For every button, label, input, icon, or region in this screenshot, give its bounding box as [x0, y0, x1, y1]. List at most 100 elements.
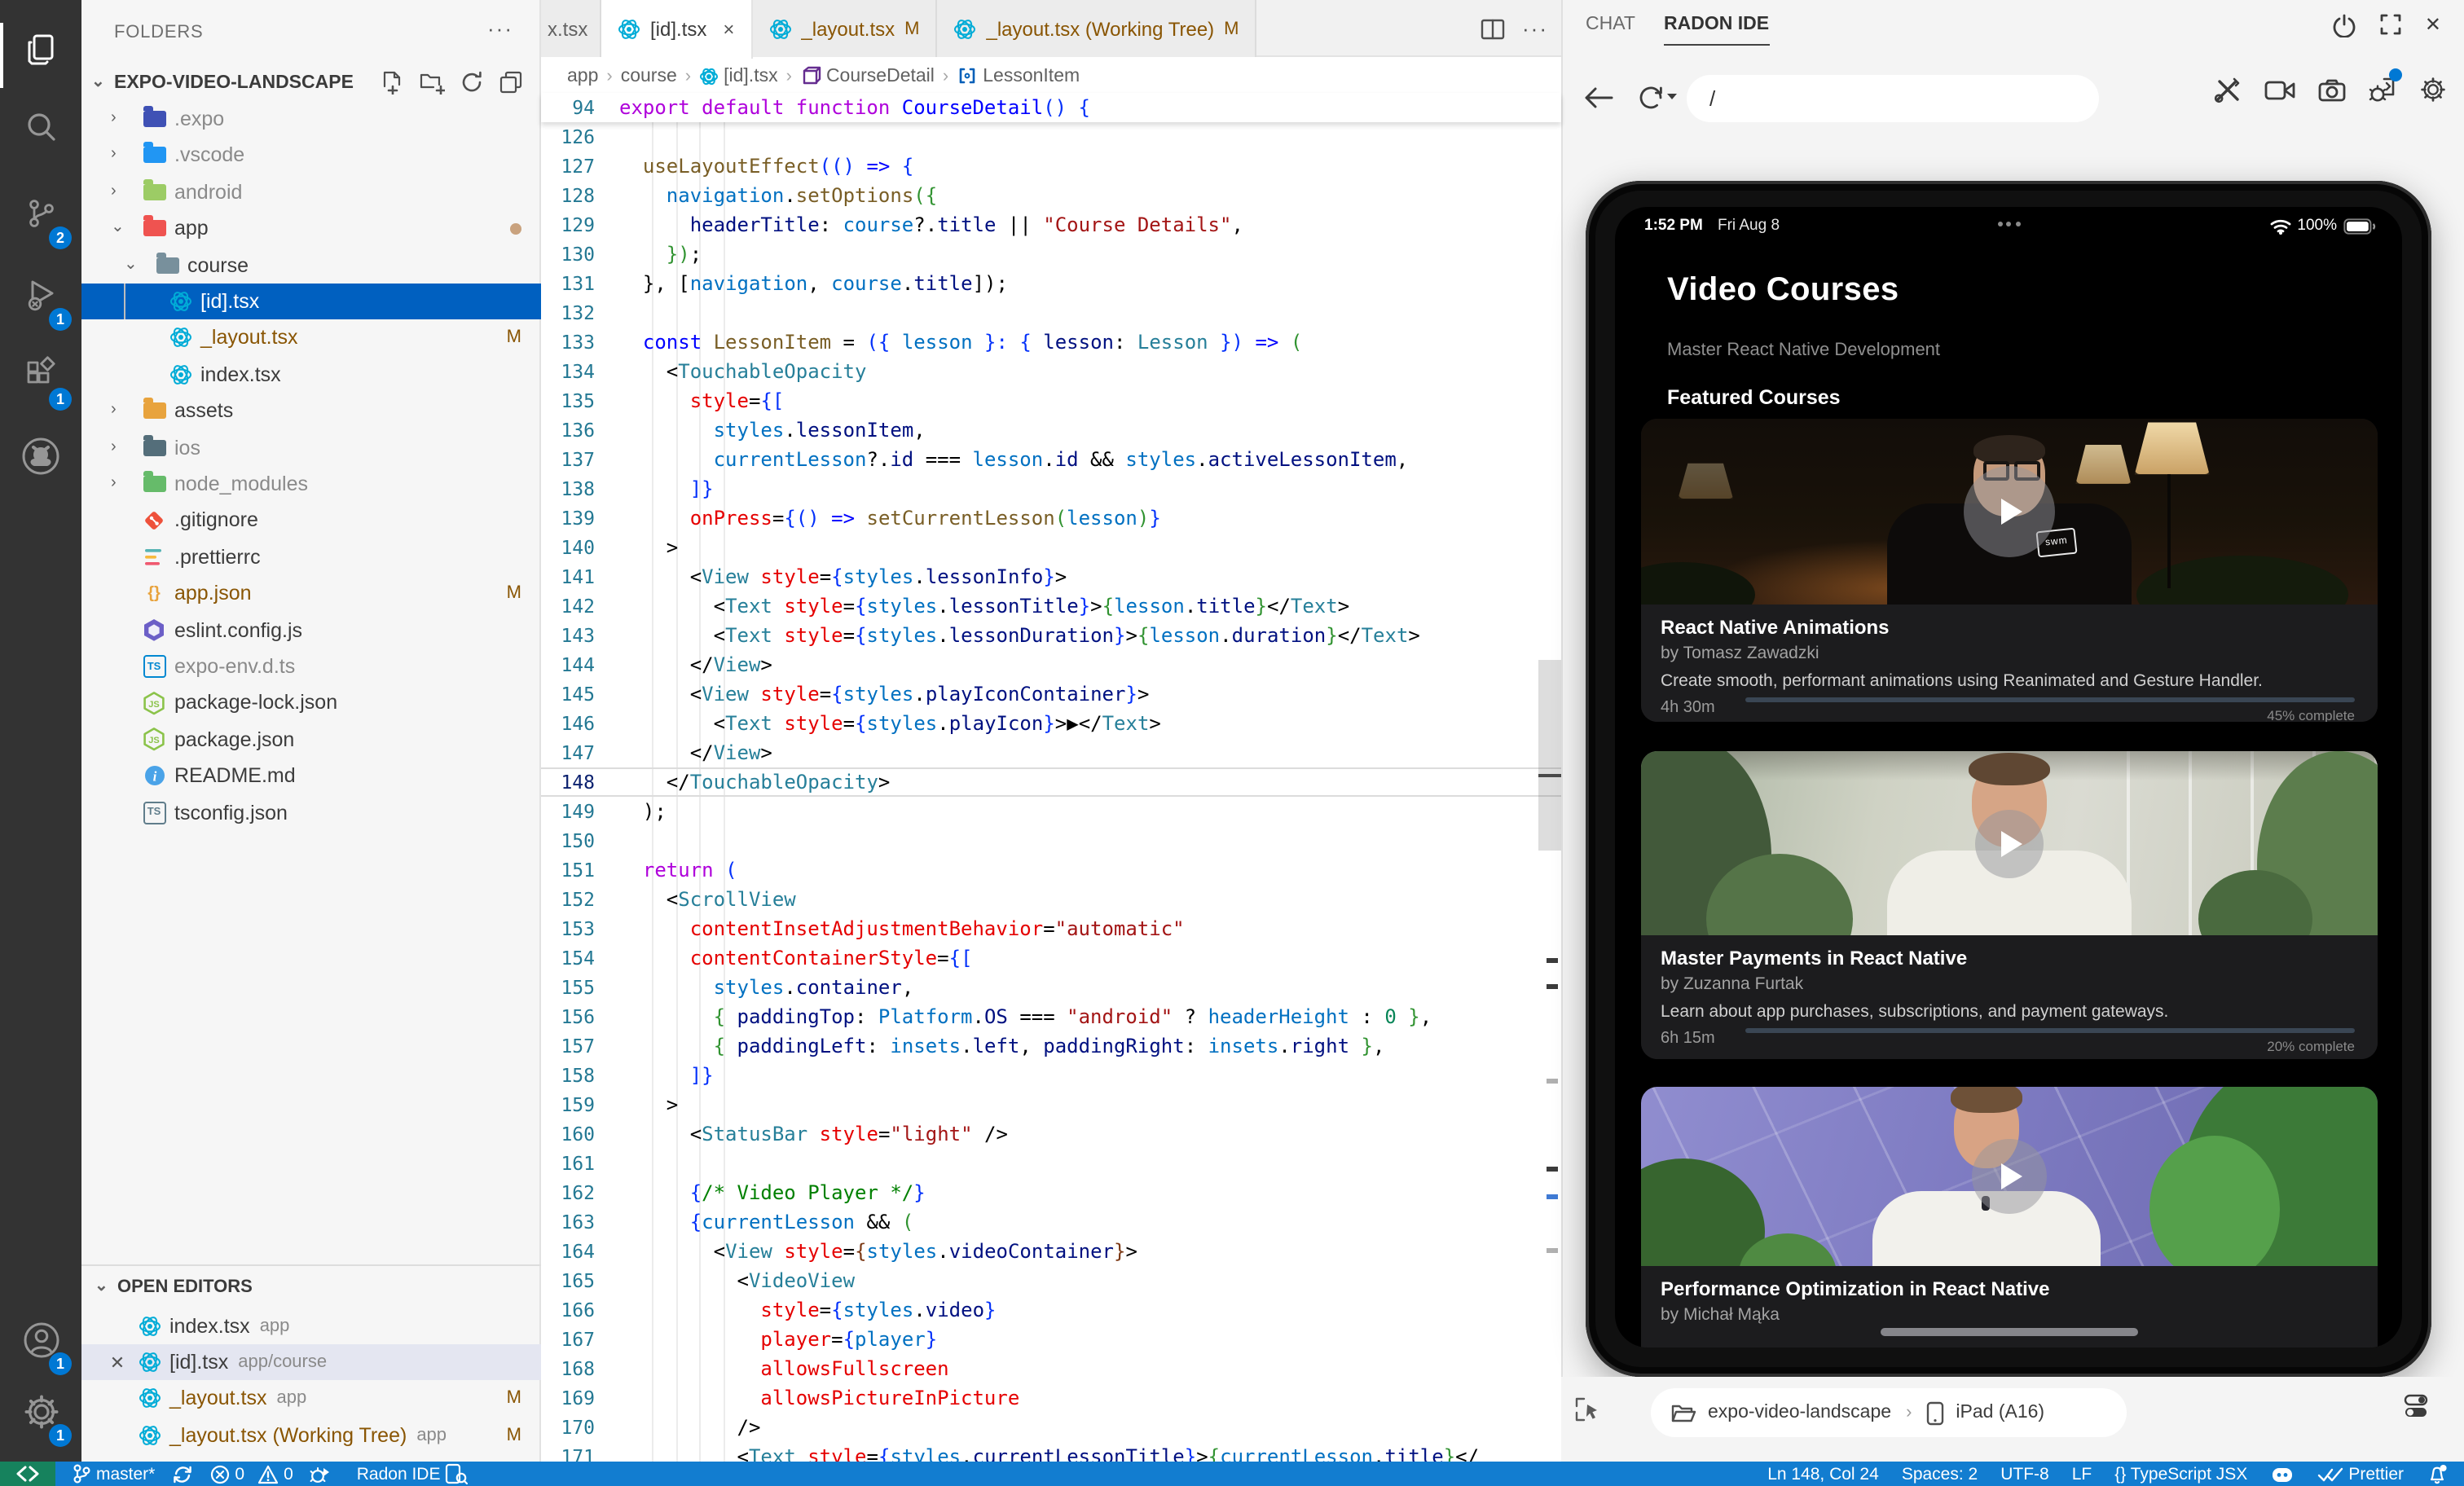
notifications-bell-icon[interactable] — [2427, 1463, 2448, 1484]
screenshot-camera-icon[interactable] — [2317, 77, 2347, 102]
sticky-scroll-line[interactable]: 94export default function CourseDetail()… — [541, 93, 1561, 122]
copilot-icon[interactable] — [2270, 1464, 2295, 1484]
cursor-position[interactable]: Ln 148, Col 24 — [1767, 1464, 1879, 1484]
reload-button[interactable] — [1638, 85, 1680, 111]
home-indicator[interactable] — [1880, 1328, 2137, 1336]
activity-settings-icon[interactable]: 1 — [0, 1372, 81, 1450]
tree-item-node_modules[interactable]: › node_modules — [81, 466, 541, 502]
tree-item-[id].tsx[interactable]: [id].tsx — [81, 284, 541, 319]
open-editor-[id].tsx[interactable]: ✕ [id].tsx app/course — [81, 1344, 541, 1380]
newfolder-icon[interactable] — [419, 70, 445, 95]
tree-item-.gitignore[interactable]: .gitignore — [81, 503, 541, 539]
course-card[interactable]: Performance Optimization in React Native… — [1641, 1087, 2378, 1348]
dev-tools-icon[interactable] — [2213, 75, 2242, 104]
collapse-icon[interactable] — [499, 70, 523, 95]
breadcrumb-app[interactable]: app — [567, 66, 598, 86]
code-line-164: 164 <View style={styles.videoContainer}> — [541, 1237, 1561, 1266]
react-icon — [137, 1350, 161, 1374]
newfile-icon[interactable] — [380, 70, 404, 95]
course-card[interactable]: swm React Native Animations by Tomasz Za… — [1641, 419, 2378, 722]
eol[interactable]: LF — [2072, 1464, 2092, 1484]
tree-item-course[interactable]: ⌄ course — [81, 247, 541, 283]
open-editor-index.tsx[interactable]: index.tsx app — [81, 1308, 541, 1344]
tree-item-package-lock.json[interactable]: JS package-lock.json — [81, 685, 541, 721]
tree-item-_layout.tsx[interactable]: _layout.tsx M — [81, 320, 541, 356]
inspect-icon[interactable] — [1574, 1396, 1600, 1422]
tree-item-ios[interactable]: › ios — [81, 429, 541, 465]
close-icon[interactable]: ✕ — [2425, 13, 2441, 37]
tab-[id].tsx[interactable]: [id].tsx × — [601, 0, 752, 59]
tab-chat[interactable]: CHAT — [1586, 15, 1635, 34]
ipad-screen[interactable]: 1:52 PM Fri Aug 8 100% Video Courses Mas… — [1615, 207, 2402, 1348]
power-icon[interactable] — [2332, 13, 2356, 37]
record-video-icon[interactable] — [2264, 77, 2296, 102]
breadcrumb-CourseDetail[interactable]: CourseDetail — [800, 65, 935, 86]
tree-item-.expo[interactable]: › .expo — [81, 101, 541, 137]
chevron-right-icon: › — [685, 66, 691, 86]
play-icon[interactable] — [1972, 1139, 2047, 1214]
tree-item-.vscode[interactable]: › .vscode — [81, 138, 541, 174]
language-mode[interactable]: {} TypeScript JSX — [2114, 1464, 2247, 1484]
open-editors-header[interactable]: ⌄ OPEN EDITORS — [81, 1271, 541, 1304]
debug-status-icon[interactable] — [310, 1464, 331, 1484]
close-icon[interactable]: ✕ — [104, 1352, 130, 1373]
activity-account-icon[interactable]: 1 — [0, 1300, 81, 1378]
tree-item-.prettierrc[interactable]: .prettierrc — [81, 539, 541, 575]
open-editor-_layout.tsx (Working Tree)[interactable]: _layout.tsx (Working Tree) app M — [81, 1417, 541, 1453]
activity-source-control-icon[interactable]: 2 — [0, 174, 81, 253]
code-editor[interactable]: 126127 useLayoutEffect(() => {128 naviga… — [541, 122, 1561, 1462]
back-button[interactable] — [1582, 85, 1615, 111]
settings-gear-icon[interactable] — [2418, 75, 2448, 104]
tree-item-app.json[interactable]: {} app.json M — [81, 575, 541, 611]
encoding[interactable]: UTF-8 — [2000, 1464, 2049, 1484]
radon-ide-status-item[interactable]: Radon IDE — [357, 1463, 469, 1484]
close-icon[interactable]: × — [723, 18, 734, 41]
tab-_layout.tsx (Working Tree)[interactable]: _layout.tsx (Working Tree) M — [938, 0, 1257, 57]
activity-search-icon[interactable] — [0, 88, 81, 166]
more-actions-icon[interactable]: ··· — [1522, 16, 1548, 41]
branch-item[interactable]: master* — [72, 1463, 155, 1484]
code-line-147: 147 </View> — [541, 738, 1561, 767]
svg-text:JS: JS — [148, 736, 159, 746]
code-line-130: 130 }); — [541, 240, 1561, 269]
tab-_layout.tsx[interactable]: _layout.tsx M — [752, 0, 937, 57]
tree-item-android[interactable]: › android — [81, 174, 541, 210]
remote-indicator[interactable] — [0, 1462, 55, 1486]
activity-run-debug-icon[interactable]: 1 — [0, 256, 81, 334]
formatter-item[interactable]: Prettier — [2317, 1464, 2404, 1484]
activity-github-icon[interactable] — [0, 417, 81, 495]
play-icon[interactable] — [1964, 466, 2055, 557]
course-card[interactable]: Master Payments in React Native by Zuzan… — [1641, 751, 2378, 1059]
url-bar[interactable]: / — [1687, 75, 2099, 122]
tab-x.tsx[interactable]: x.tsx — [541, 0, 601, 57]
tree-item-app[interactable]: ⌄ app — [81, 210, 541, 246]
tree-item-assets[interactable]: › assets — [81, 393, 541, 429]
tree-item-index.tsx[interactable]: index.tsx — [81, 357, 541, 393]
device-settings-toggles-icon[interactable] — [2404, 1393, 2435, 1419]
breadcrumb-course[interactable]: course — [621, 66, 677, 86]
vscode-window: 2 1 1 1 1 FOLDERS ··· ⌄ EXPO-VIDEO-LANDS — [0, 0, 2464, 1486]
indentation[interactable]: Spaces: 2 — [1902, 1464, 1978, 1484]
tree-item-tsconfig.json[interactable]: TS tsconfig.json — [81, 794, 541, 830]
tree-item-label: _layout.tsx — [200, 327, 298, 350]
tree-item-package.json[interactable]: JS package.json — [81, 722, 541, 758]
editor-scrollbar[interactable] — [1538, 660, 1561, 851]
activity-extensions-icon[interactable]: 1 — [0, 336, 81, 414]
problems-item[interactable]: 00 — [210, 1464, 293, 1484]
tab-radon-ide[interactable]: RADON IDE — [1664, 15, 1769, 46]
play-icon[interactable] — [1975, 809, 2044, 877]
tree-item-expo-env.d.ts[interactable]: TS expo-env.d.ts — [81, 648, 541, 684]
breadcrumb-[id].tsx[interactable]: [id].tsx — [699, 66, 777, 86]
activity-explorer-icon[interactable] — [0, 10, 81, 88]
tree-item-README.md[interactable]: i README.md — [81, 758, 541, 794]
debug-tools-icon[interactable] — [2368, 75, 2397, 104]
split-editor-icon[interactable] — [1480, 15, 1506, 42]
sync-icon[interactable] — [171, 1464, 194, 1484]
breadcrumb-LessonItem[interactable]: LessonItem — [957, 65, 1080, 86]
tree-item-eslint.config.js[interactable]: eslint.config.js — [81, 612, 541, 648]
folders-more-icon[interactable]: ··· — [487, 16, 513, 41]
fullscreen-icon[interactable] — [2379, 13, 2402, 37]
device-select-pill[interactable]: expo-video-landscape › iPad (A16) — [1651, 1388, 2127, 1437]
open-editor-_layout.tsx[interactable]: _layout.tsx app M — [81, 1381, 541, 1417]
refresh-icon[interactable] — [460, 70, 484, 95]
